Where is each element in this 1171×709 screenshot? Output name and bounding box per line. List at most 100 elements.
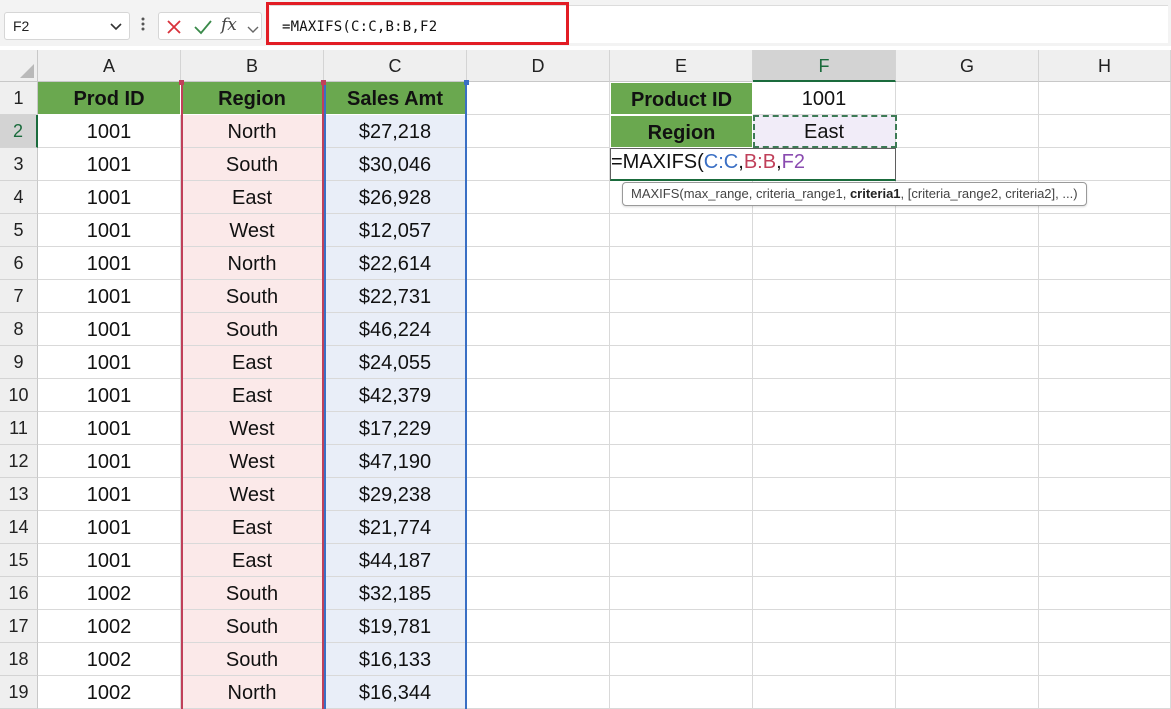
cell[interactable] [896,280,1039,313]
table-cell-prod-id[interactable]: 1002 [38,577,181,610]
cell[interactable] [467,478,610,511]
table-cell-prod-id[interactable]: 1001 [38,346,181,379]
cell[interactable] [1039,412,1171,445]
cell[interactable] [896,82,1039,115]
cell[interactable] [753,313,896,346]
cell[interactable] [753,676,896,709]
column-header-e[interactable]: E [610,50,753,82]
cell[interactable] [753,247,896,280]
cell[interactable] [467,181,610,214]
cell[interactable] [753,214,896,247]
cell[interactable] [896,346,1039,379]
cell[interactable] [1039,610,1171,643]
table-cell-prod-id[interactable]: 1001 [38,181,181,214]
cell[interactable] [610,247,753,280]
cell[interactable] [753,511,896,544]
cell[interactable] [467,313,610,346]
criteria-value-product-id[interactable]: 1001 [753,82,896,115]
cell[interactable] [610,676,753,709]
cell[interactable] [610,478,753,511]
cell[interactable] [610,643,753,676]
cell[interactable] [1039,82,1171,115]
cell[interactable] [467,643,610,676]
cell[interactable] [467,280,610,313]
cell[interactable] [1039,247,1171,280]
row-header-14[interactable]: 14 [0,511,38,544]
row-header-18[interactable]: 18 [0,643,38,676]
cell[interactable] [896,379,1039,412]
table-cell-prod-id[interactable]: 1001 [38,247,181,280]
cell[interactable] [896,148,1039,181]
cell[interactable] [610,544,753,577]
range-handle[interactable] [179,80,184,85]
cell[interactable] [753,445,896,478]
cell[interactable] [753,643,896,676]
cell[interactable] [467,577,610,610]
table-header-prod-id[interactable]: Prod ID [38,82,181,115]
enter-check-icon[interactable] [193,18,213,41]
name-box[interactable]: F2 [4,12,130,40]
column-header-a[interactable]: A [38,50,181,82]
cell[interactable] [1039,313,1171,346]
cell[interactable] [610,346,753,379]
table-cell-prod-id[interactable]: 1002 [38,610,181,643]
cell[interactable] [753,346,896,379]
cell[interactable] [896,115,1039,148]
cell[interactable] [610,511,753,544]
cell[interactable] [896,610,1039,643]
chevron-down-icon[interactable] [247,21,259,39]
row-header-9[interactable]: 9 [0,346,38,379]
cell[interactable] [753,577,896,610]
cell[interactable] [467,445,610,478]
cell[interactable] [896,445,1039,478]
cell[interactable] [1039,445,1171,478]
row-header-1[interactable]: 1 [0,82,38,115]
row-header-2[interactable]: 2 [0,115,38,148]
cell[interactable] [896,412,1039,445]
cell[interactable] [610,214,753,247]
column-header-d[interactable]: D [467,50,610,82]
column-header-b[interactable]: B [181,50,324,82]
cell[interactable] [896,643,1039,676]
cell[interactable] [896,577,1039,610]
table-cell-prod-id[interactable]: 1001 [38,511,181,544]
table-cell-prod-id[interactable]: 1001 [38,379,181,412]
row-header-8[interactable]: 8 [0,313,38,346]
row-header-5[interactable]: 5 [0,214,38,247]
cell[interactable] [467,214,610,247]
table-cell-prod-id[interactable]: 1002 [38,643,181,676]
cell[interactable] [467,610,610,643]
cell[interactable] [753,544,896,577]
row-header-19[interactable]: 19 [0,676,38,709]
row-header-7[interactable]: 7 [0,280,38,313]
cell[interactable] [896,511,1039,544]
column-header-g[interactable]: G [896,50,1039,82]
cell[interactable] [610,412,753,445]
cell[interactable] [753,280,896,313]
cell[interactable] [1039,379,1171,412]
cell[interactable] [610,280,753,313]
cell[interactable] [1039,280,1171,313]
row-header-11[interactable]: 11 [0,412,38,445]
table-cell-prod-id[interactable]: 1001 [38,412,181,445]
cell[interactable] [753,478,896,511]
cell[interactable] [467,676,610,709]
select-all-button[interactable] [0,50,38,82]
cell[interactable] [1039,115,1171,148]
cell[interactable] [610,445,753,478]
row-header-17[interactable]: 17 [0,610,38,643]
cell[interactable] [753,412,896,445]
cell[interactable] [467,148,610,181]
table-cell-prod-id[interactable]: 1001 [38,313,181,346]
table-cell-prod-id[interactable]: 1002 [38,676,181,709]
cell[interactable] [896,676,1039,709]
cell[interactable] [896,313,1039,346]
table-cell-prod-id[interactable]: 1001 [38,478,181,511]
cell[interactable] [610,610,753,643]
insert-function-icon[interactable]: fx [221,15,237,35]
cell[interactable] [467,82,610,115]
cell[interactable] [610,379,753,412]
cell[interactable] [1039,544,1171,577]
row-header-6[interactable]: 6 [0,247,38,280]
row-header-3[interactable]: 3 [0,148,38,181]
